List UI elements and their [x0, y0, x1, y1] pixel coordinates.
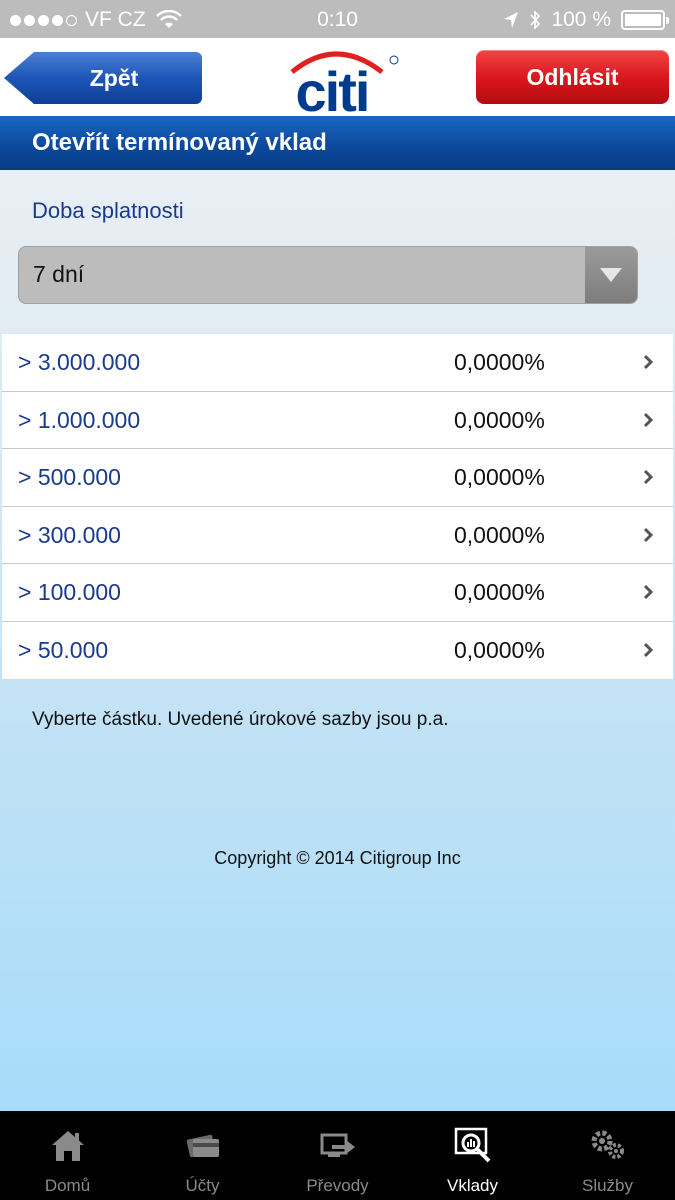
rate-row-rate: 0,0000%	[454, 579, 545, 605]
rate-row[interactable]: > 3.000.000 0,0000%	[2, 334, 673, 392]
chevron-right-icon	[643, 469, 654, 485]
maturity-selected-value: 7 dní	[33, 261, 85, 287]
rate-row-rate: 0,0000%	[454, 406, 545, 433]
transfer-icon	[320, 1133, 355, 1157]
status-bar: VF CZ 0:10 100 %	[0, 0, 675, 38]
rate-row[interactable]: > 300.000 0,0000%	[2, 506, 673, 564]
chevron-right-icon	[643, 584, 654, 600]
location-arrow-icon	[504, 12, 519, 28]
rate-row-amount: > 300.000	[18, 521, 121, 548]
battery-percent: 100 %	[551, 8, 611, 31]
rate-row-rate: 0,0000%	[454, 464, 545, 490]
dropdown-arrow-button[interactable]	[585, 247, 637, 303]
chevron-down-icon	[600, 268, 622, 282]
tab-label: Služby	[581, 1176, 634, 1195]
rate-row[interactable]: > 100.000 0,0000%	[2, 564, 673, 622]
logout-button[interactable]: Odhlásit	[476, 50, 669, 104]
deposit-chart-icon	[454, 1127, 490, 1163]
chevron-right-icon	[643, 642, 654, 657]
gears-icon	[591, 1130, 624, 1159]
maturity-select[interactable]: 7 dní	[18, 246, 638, 304]
rate-row-rate: 0,0000%	[454, 349, 545, 375]
svg-text:citi: citi	[296, 60, 369, 114]
chevron-right-icon	[643, 412, 654, 427]
rate-row-amount: > 50.000	[18, 636, 109, 663]
home-icon	[51, 1131, 84, 1161]
battery-fill	[625, 14, 661, 26]
tab-label: Převody	[306, 1176, 369, 1195]
tab-services[interactable]: Služby	[540, 1111, 675, 1200]
tab-label: Účty	[185, 1176, 220, 1195]
rate-row-rate: 0,0000%	[454, 521, 545, 548]
rates-hint: Vyberte částku. Uvedené úrokové sazby js…	[32, 709, 449, 730]
rate-row[interactable]: > 1.000.000 0,0000%	[2, 391, 673, 449]
citi-logo: citi	[290, 51, 399, 114]
maturity-label: Doba splatnosti	[32, 198, 184, 223]
page-title: Otevřít termínovaný vklad	[0, 116, 675, 170]
tab-accounts[interactable]: Účty	[135, 1111, 270, 1200]
back-button[interactable]: Zpět	[4, 52, 202, 104]
rate-row-amount: > 100.000	[18, 579, 121, 605]
bluetooth-icon	[530, 10, 541, 30]
rate-row-rate: 0,0000%	[454, 636, 545, 663]
tab-bar: Domů Účty Převody Vklady Služby	[0, 1111, 675, 1200]
rate-list: > 3.000.000 0,0000% > 1.000.000 0,0000% …	[2, 334, 673, 679]
status-right: 100 %	[503, 8, 669, 32]
tab-label: Domů	[44, 1176, 91, 1195]
tab-transfers[interactable]: Převody	[270, 1111, 405, 1200]
tab-home[interactable]: Domů	[0, 1111, 135, 1200]
app-header: Zpět citi Odhlásit	[0, 38, 675, 116]
tab-deposits[interactable]: Vklady	[405, 1111, 540, 1200]
tab-label: Vklady	[446, 1176, 499, 1195]
chevron-right-icon	[643, 527, 654, 542]
copyright: Copyright © 2014 Citigroup Inc	[214, 848, 461, 868]
battery-icon	[621, 10, 669, 30]
rate-row[interactable]: > 50.000 0,0000%	[2, 621, 673, 679]
card-icon	[186, 1134, 219, 1158]
chevron-right-icon	[643, 354, 654, 370]
rate-row-amount: > 1.000.000	[18, 406, 141, 433]
rate-row-amount: > 500.000	[18, 464, 121, 490]
rate-row-amount: > 3.000.000	[18, 349, 141, 375]
rate-row[interactable]: > 500.000 0,0000%	[2, 449, 673, 507]
